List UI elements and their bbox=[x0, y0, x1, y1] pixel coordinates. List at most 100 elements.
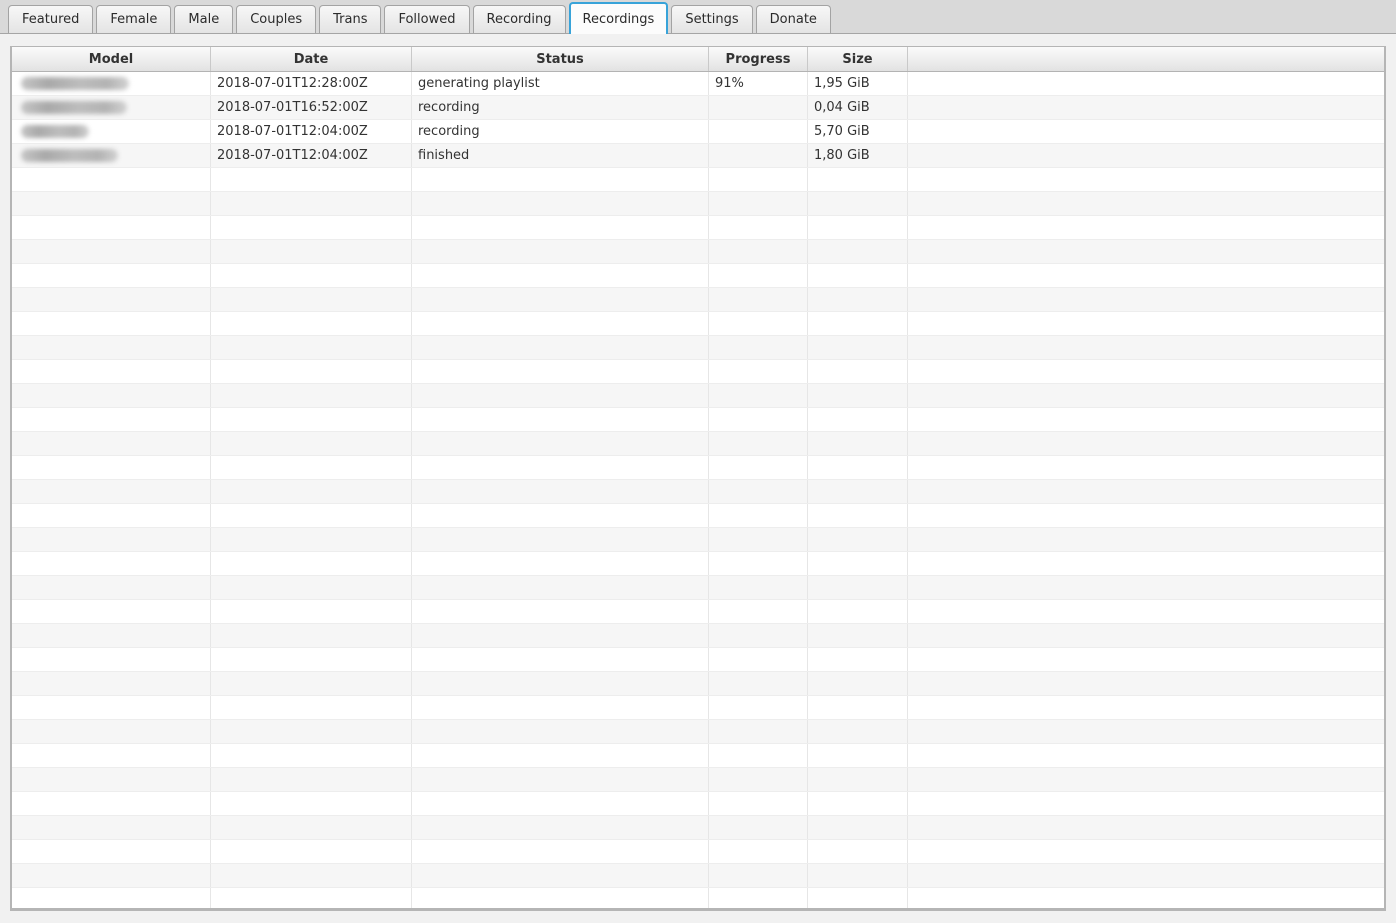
cell-empty bbox=[808, 816, 908, 839]
tab-recording[interactable]: Recording bbox=[473, 5, 566, 33]
cell-empty bbox=[412, 240, 709, 263]
cell-empty bbox=[12, 720, 211, 743]
cell-progress bbox=[709, 144, 808, 167]
table-row-empty bbox=[12, 840, 1384, 864]
cell-empty bbox=[412, 480, 709, 503]
tab-followed[interactable]: Followed bbox=[384, 5, 469, 33]
column-header-progress[interactable]: Progress bbox=[709, 47, 808, 71]
cell-extra bbox=[908, 96, 1384, 119]
cell-empty bbox=[908, 720, 1384, 743]
tab-couples[interactable]: Couples bbox=[236, 5, 316, 33]
cell-empty bbox=[709, 264, 808, 287]
column-header-model[interactable]: Model bbox=[12, 47, 211, 71]
tab-male[interactable]: Male bbox=[174, 5, 233, 33]
cell-empty bbox=[412, 168, 709, 191]
cell-empty bbox=[211, 840, 412, 863]
model-name-redacted bbox=[21, 77, 129, 90]
cell-empty bbox=[908, 240, 1384, 263]
cell-empty bbox=[412, 528, 709, 551]
cell-empty bbox=[709, 576, 808, 599]
cell-empty bbox=[211, 240, 412, 263]
cell-empty bbox=[908, 840, 1384, 863]
table-row[interactable]: 2018-07-01T16:52:00Zrecording0,04 GiB bbox=[12, 96, 1384, 120]
cell-empty bbox=[709, 840, 808, 863]
table-row-empty bbox=[12, 432, 1384, 456]
cell-empty bbox=[709, 744, 808, 767]
cell-empty bbox=[12, 240, 211, 263]
model-name-redacted bbox=[21, 125, 89, 138]
recordings-table: ModelDateStatusProgressSize 2018-07-01T1… bbox=[10, 46, 1386, 911]
cell-empty bbox=[908, 648, 1384, 671]
cell-empty bbox=[211, 696, 412, 719]
cell-empty bbox=[908, 696, 1384, 719]
table-row-empty bbox=[12, 504, 1384, 528]
cell-empty bbox=[412, 744, 709, 767]
cell-empty bbox=[412, 888, 709, 908]
cell-empty bbox=[709, 240, 808, 263]
tab-donate[interactable]: Donate bbox=[756, 5, 831, 33]
table-row-empty bbox=[12, 336, 1384, 360]
cell-empty bbox=[908, 192, 1384, 215]
cell-empty bbox=[808, 552, 908, 575]
cell-size: 1,80 GiB bbox=[808, 144, 908, 167]
cell-empty bbox=[12, 360, 211, 383]
cell-empty bbox=[808, 888, 908, 908]
cell-empty bbox=[211, 408, 412, 431]
column-header-date[interactable]: Date bbox=[211, 47, 412, 71]
column-header-extra[interactable] bbox=[908, 47, 1384, 71]
cell-empty bbox=[412, 552, 709, 575]
cell-empty bbox=[908, 432, 1384, 455]
cell-empty bbox=[709, 768, 808, 791]
cell-empty bbox=[12, 336, 211, 359]
table-row[interactable]: 2018-07-01T12:04:00Zrecording5,70 GiB bbox=[12, 120, 1384, 144]
tab-settings[interactable]: Settings bbox=[671, 5, 752, 33]
cell-empty bbox=[211, 312, 412, 335]
cell-empty bbox=[12, 744, 211, 767]
cell-empty bbox=[412, 456, 709, 479]
model-name-redacted bbox=[21, 149, 118, 162]
cell-empty bbox=[12, 792, 211, 815]
table-row-empty bbox=[12, 648, 1384, 672]
table-row[interactable]: 2018-07-01T12:04:00Zfinished1,80 GiB bbox=[12, 144, 1384, 168]
table-row[interactable]: 2018-07-01T12:28:00Zgenerating playlist9… bbox=[12, 72, 1384, 96]
cell-status: generating playlist bbox=[412, 72, 709, 95]
cell-empty bbox=[908, 576, 1384, 599]
cell-empty bbox=[709, 480, 808, 503]
table-row-empty bbox=[12, 864, 1384, 888]
cell-empty bbox=[12, 480, 211, 503]
column-header-size[interactable]: Size bbox=[808, 47, 908, 71]
cell-date: 2018-07-01T12:04:00Z bbox=[211, 120, 412, 143]
cell-empty bbox=[908, 456, 1384, 479]
cell-model bbox=[12, 96, 211, 119]
cell-empty bbox=[709, 168, 808, 191]
cell-empty bbox=[808, 216, 908, 239]
cell-empty bbox=[412, 768, 709, 791]
cell-empty bbox=[709, 864, 808, 887]
table-row-empty bbox=[12, 744, 1384, 768]
cell-empty bbox=[211, 576, 412, 599]
cell-empty bbox=[808, 480, 908, 503]
table-row-empty bbox=[12, 696, 1384, 720]
column-header-status[interactable]: Status bbox=[412, 47, 709, 71]
table-row-empty bbox=[12, 576, 1384, 600]
table-row-empty bbox=[12, 192, 1384, 216]
tab-trans[interactable]: Trans bbox=[319, 5, 381, 33]
cell-empty bbox=[709, 816, 808, 839]
cell-empty bbox=[808, 360, 908, 383]
cell-empty bbox=[709, 192, 808, 215]
cell-progress bbox=[709, 120, 808, 143]
cell-empty bbox=[12, 768, 211, 791]
cell-size: 1,95 GiB bbox=[808, 72, 908, 95]
table-body: 2018-07-01T12:28:00Zgenerating playlist9… bbox=[12, 72, 1384, 908]
cell-empty bbox=[709, 432, 808, 455]
tab-featured[interactable]: Featured bbox=[8, 5, 93, 33]
cell-empty bbox=[12, 288, 211, 311]
cell-empty bbox=[709, 408, 808, 431]
cell-empty bbox=[908, 312, 1384, 335]
tab-female[interactable]: Female bbox=[96, 5, 171, 33]
cell-empty bbox=[12, 624, 211, 647]
cell-empty bbox=[908, 792, 1384, 815]
cell-model bbox=[12, 144, 211, 167]
tab-recordings[interactable]: Recordings bbox=[569, 2, 669, 34]
table-row-empty bbox=[12, 528, 1384, 552]
